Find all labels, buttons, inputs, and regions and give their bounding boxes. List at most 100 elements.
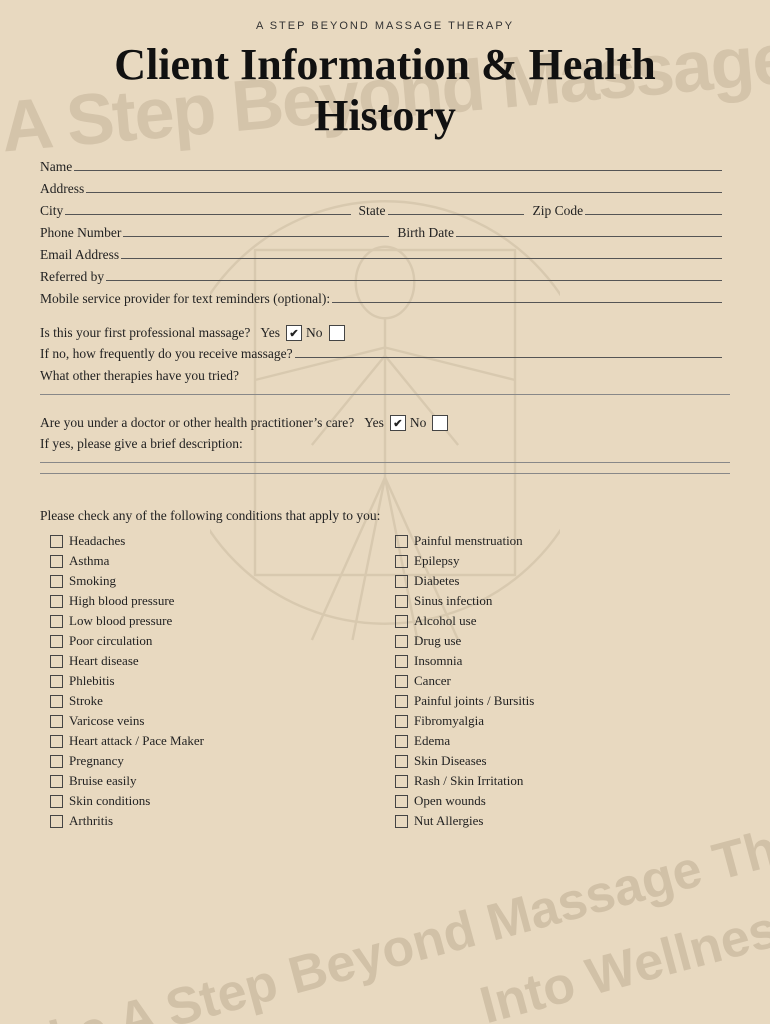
yes-label-2: Yes <box>364 415 384 431</box>
doctor-care-section: Are you under a doctor or other health p… <box>40 415 730 474</box>
name-label: Name <box>40 159 72 175</box>
condition-label: High blood pressure <box>69 593 174 609</box>
doctor-care-no-checkbox[interactable] <box>432 415 448 431</box>
condition-right-item: Painful joints / Bursitis <box>395 692 730 710</box>
condition-label: Pregnancy <box>69 753 124 769</box>
zip-label: Zip Code <box>532 203 583 219</box>
name-underline[interactable] <box>74 170 722 171</box>
condition-checkbox[interactable] <box>50 575 63 588</box>
condition-checkbox[interactable] <box>395 675 408 688</box>
email-underline[interactable] <box>121 258 722 259</box>
first-massage-no-checkbox[interactable] <box>329 325 345 341</box>
condition-right-item: Edema <box>395 732 730 750</box>
condition-checkbox[interactable] <box>395 715 408 728</box>
condition-left-item: Heart attack / Pace Maker <box>50 732 385 750</box>
doctor-care-yes-checkbox[interactable] <box>390 415 406 431</box>
name-field-row: Name <box>40 159 730 175</box>
state-underline[interactable] <box>388 214 525 215</box>
condition-checkbox[interactable] <box>50 695 63 708</box>
condition-checkbox[interactable] <box>395 795 408 808</box>
condition-label: Fibromyalgia <box>414 713 484 729</box>
zip-underline[interactable] <box>585 214 722 215</box>
condition-label: Cancer <box>414 673 451 689</box>
conditions-intro: Please check any of the following condit… <box>40 508 730 524</box>
condition-checkbox[interactable] <box>50 715 63 728</box>
therapies-divider <box>40 394 730 395</box>
condition-left-item: Pregnancy <box>50 752 385 770</box>
condition-checkbox[interactable] <box>395 595 408 608</box>
condition-right-item: Epilepsy <box>395 552 730 570</box>
condition-label: Arthritis <box>69 813 113 829</box>
condition-checkbox[interactable] <box>50 815 63 828</box>
condition-label: Open wounds <box>414 793 486 809</box>
frequency-question: If no, how frequently do you receive mas… <box>40 346 293 362</box>
condition-left-item: Smoking <box>50 572 385 590</box>
referred-underline[interactable] <box>106 280 722 281</box>
condition-checkbox[interactable] <box>50 615 63 628</box>
referred-label: Referred by <box>40 269 104 285</box>
frequency-row: If no, how frequently do you receive mas… <box>40 346 730 362</box>
condition-checkbox[interactable] <box>395 635 408 648</box>
condition-checkbox[interactable] <box>50 655 63 668</box>
frequency-underline[interactable] <box>295 357 722 358</box>
business-name: A STEP BEYOND MASSAGE THERAPY <box>40 20 730 32</box>
main-content: A STEP BEYOND MASSAGE THERAPY Client Inf… <box>40 20 730 830</box>
condition-right-item: Painful menstruation <box>395 532 730 550</box>
condition-right-item: Drug use <box>395 632 730 650</box>
condition-left-item: Low blood pressure <box>50 612 385 630</box>
condition-checkbox[interactable] <box>50 775 63 788</box>
condition-checkbox[interactable] <box>395 815 408 828</box>
condition-left-item: Varicose veins <box>50 712 385 730</box>
condition-label: Skin Diseases <box>414 753 487 769</box>
condition-right-item: Sinus infection <box>395 592 730 610</box>
condition-checkbox[interactable] <box>395 775 408 788</box>
mobile-label: Mobile service provider for text reminde… <box>40 291 330 307</box>
phone-birthdate-row: Phone Number Birth Date <box>40 225 730 241</box>
birthdate-underline[interactable] <box>456 236 722 237</box>
condition-checkbox[interactable] <box>395 735 408 748</box>
condition-checkbox[interactable] <box>50 595 63 608</box>
email-label: Email Address <box>40 247 119 263</box>
condition-label: Stroke <box>69 693 103 709</box>
condition-checkbox[interactable] <box>395 615 408 628</box>
condition-right-item: Open wounds <box>395 792 730 810</box>
condition-checkbox[interactable] <box>50 675 63 688</box>
first-massage-section: Is this your first professional massage?… <box>40 325 730 395</box>
condition-checkbox[interactable] <box>395 695 408 708</box>
condition-label: Insomnia <box>414 653 462 669</box>
description-line-label: If yes, please give a brief description: <box>40 436 730 452</box>
condition-checkbox[interactable] <box>50 735 63 748</box>
condition-checkbox[interactable] <box>50 755 63 768</box>
conditions-grid: HeadachesPainful menstruationAsthmaEpile… <box>40 532 730 830</box>
condition-right-item: Nut Allergies <box>395 812 730 830</box>
first-massage-yes-checkbox[interactable] <box>286 325 302 341</box>
page: A Step Beyond Massage Therapy Take A St <box>0 0 770 1024</box>
condition-label: Heart disease <box>69 653 139 669</box>
condition-checkbox[interactable] <box>395 755 408 768</box>
phone-underline[interactable] <box>123 236 389 237</box>
condition-label: Varicose veins <box>69 713 144 729</box>
condition-label: Painful menstruation <box>414 533 523 549</box>
address-underline[interactable] <box>86 192 722 193</box>
condition-checkbox[interactable] <box>50 535 63 548</box>
description-area <box>40 462 730 474</box>
condition-checkbox[interactable] <box>395 535 408 548</box>
condition-left-item: Skin conditions <box>50 792 385 810</box>
email-field-row: Email Address <box>40 247 730 263</box>
condition-checkbox[interactable] <box>50 555 63 568</box>
condition-checkbox[interactable] <box>395 575 408 588</box>
city-underline[interactable] <box>65 214 350 215</box>
desc-line-1 <box>40 462 730 463</box>
condition-left-item: Arthritis <box>50 812 385 830</box>
first-massage-line: Is this your first professional massage?… <box>40 325 730 341</box>
therapies-row: What other therapies have you tried? <box>40 368 730 384</box>
doctor-care-question: Are you under a doctor or other health p… <box>40 415 354 431</box>
condition-checkbox[interactable] <box>50 635 63 648</box>
condition-checkbox[interactable] <box>50 795 63 808</box>
condition-label: Rash / Skin Irritation <box>414 773 523 789</box>
condition-checkbox[interactable] <box>395 655 408 668</box>
condition-checkbox[interactable] <box>395 555 408 568</box>
page-title: Client Information & Health History <box>40 40 730 141</box>
condition-right-item: Cancer <box>395 672 730 690</box>
mobile-underline[interactable] <box>332 302 722 303</box>
